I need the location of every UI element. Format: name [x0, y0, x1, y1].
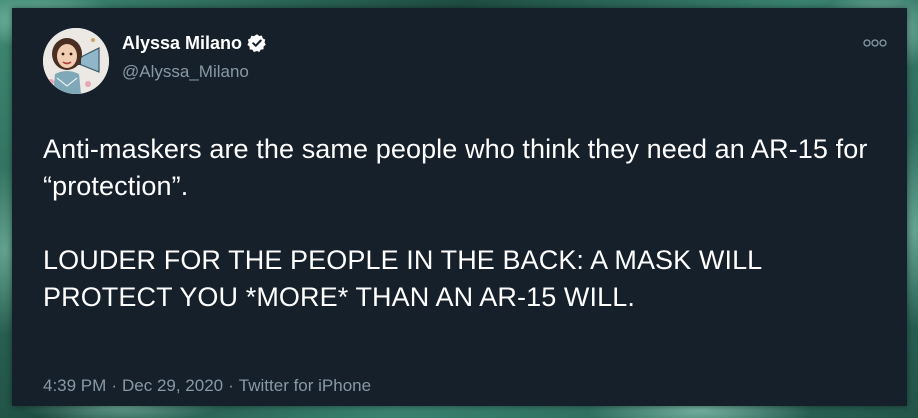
tweet-source[interactable]: Twitter for iPhone — [239, 376, 371, 396]
tweet-date[interactable]: Dec 29, 2020 — [122, 376, 223, 396]
tweet-metadata: 4:39 PM · Dec 29, 2020 · Twitter for iPh… — [43, 376, 371, 396]
avatar[interactable] — [43, 28, 109, 94]
tweet-card: Alyssa Milano @Alyssa_Milano Anti-masker… — [12, 8, 907, 406]
more-options-icon[interactable] — [862, 36, 888, 48]
verified-badge-icon — [247, 33, 267, 53]
user-handle[interactable]: @Alyssa_Milano — [122, 62, 249, 82]
meta-separator: · — [228, 376, 234, 395]
user-name-row: Alyssa Milano — [122, 32, 267, 54]
display-name[interactable]: Alyssa Milano — [122, 32, 242, 54]
tweet-time[interactable]: 4:39 PM — [43, 376, 106, 396]
tweet-text: Anti-maskers are the same people who thi… — [43, 134, 868, 312]
meta-separator: · — [111, 376, 117, 395]
avatar-illustration — [43, 28, 109, 94]
